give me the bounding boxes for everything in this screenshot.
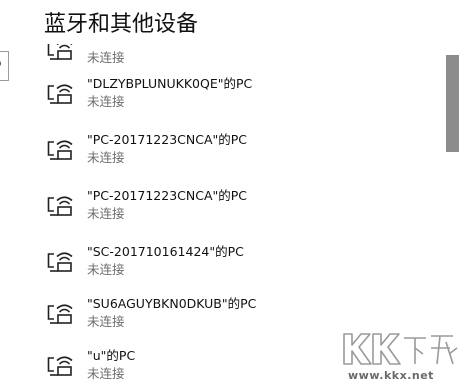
device-status: 未连接: [87, 262, 125, 277]
device-status: 未连接: [87, 94, 125, 109]
wireless-display-icon: [47, 44, 73, 60]
device-item[interactable]: "PC-20171223CNCA"的PC 未连接: [44, 132, 424, 172]
device-name: "SU6AGUYBKN0DKUB"的PC: [87, 296, 257, 311]
device-name: "u"的PC: [87, 348, 136, 363]
device-name: "DLZYBPLUNUKK0QE"的PC: [87, 76, 253, 91]
wireless-display-icon: [47, 304, 73, 324]
wireless-display-icon: [47, 356, 73, 376]
scrollbar-thumb[interactable]: [446, 55, 459, 152]
page-title: 蓝牙和其他设备: [44, 12, 199, 37]
device-item[interactable]: "SC-201710161424"的PC 未连接: [44, 244, 424, 284]
device-name: "PC-20171223CNCA"的PC: [87, 132, 248, 147]
device-status: 未连接: [87, 314, 125, 329]
wireless-display-icon: [47, 252, 73, 272]
watermark-url: www.kkx.net: [348, 369, 434, 382]
device-status: 未连接: [87, 50, 125, 65]
watermark: www.kkx.net: [340, 328, 459, 384]
wireless-display-icon: [47, 140, 73, 160]
device-status: 未连接: [87, 150, 125, 165]
device-name: "SC-201710161424"的PC: [87, 244, 244, 259]
device-status: 未连接: [87, 206, 125, 221]
device-item[interactable]: "PC-20171223CNCA"的PC 未连接: [44, 188, 424, 228]
device-status: 未连接: [87, 366, 125, 381]
wireless-display-icon: [47, 84, 73, 104]
device-item[interactable]: "DLZYBPLUNUKK0QE"的PC 未连接: [44, 76, 424, 116]
kk-download-logo: [343, 333, 458, 365]
wireless-display-icon: [47, 196, 73, 216]
device-item[interactable]: 未连接: [44, 44, 424, 72]
device-name: "PC-20171223CNCA"的PC: [87, 188, 248, 203]
